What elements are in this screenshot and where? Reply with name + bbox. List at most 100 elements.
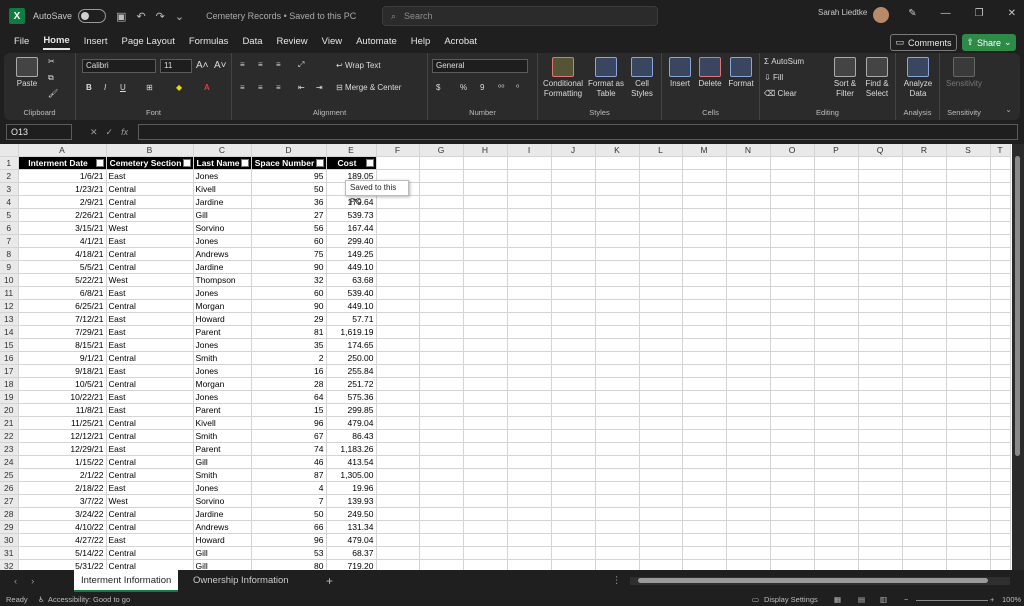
cell[interactable]: 139.93 — [326, 494, 377, 509]
cell[interactable] — [595, 338, 640, 353]
cell[interactable] — [682, 247, 727, 262]
cell[interactable] — [990, 416, 1011, 431]
row-header[interactable]: 11 — [0, 286, 19, 301]
search-box[interactable]: ⌕ Search — [382, 6, 658, 26]
table-column-header[interactable]: Space Number — [251, 156, 327, 171]
row-header[interactable]: 14 — [0, 325, 19, 340]
cell[interactable] — [946, 455, 991, 470]
cell[interactable] — [946, 533, 991, 548]
cell[interactable] — [858, 325, 903, 340]
cell[interactable]: 299.40 — [326, 234, 377, 249]
cell[interactable] — [858, 312, 903, 327]
cell[interactable] — [946, 260, 991, 275]
cell[interactable] — [946, 325, 991, 340]
cell[interactable] — [814, 429, 859, 444]
cell[interactable] — [463, 247, 508, 262]
cell[interactable] — [507, 546, 552, 561]
cell[interactable] — [463, 169, 508, 184]
cell[interactable] — [770, 468, 815, 483]
cell[interactable] — [682, 221, 727, 236]
font-family-select[interactable]: Calibri — [82, 59, 156, 73]
cell[interactable] — [902, 195, 947, 210]
cell[interactable] — [902, 312, 947, 327]
cell[interactable]: 27 — [251, 208, 327, 223]
cell[interactable] — [682, 195, 727, 210]
cell[interactable] — [858, 455, 903, 470]
cell[interactable] — [463, 507, 508, 522]
cell[interactable] — [946, 494, 991, 509]
cell[interactable] — [639, 351, 683, 366]
cell[interactable] — [770, 325, 815, 340]
cell[interactable] — [419, 182, 464, 197]
cell[interactable] — [814, 416, 859, 431]
cell[interactable] — [507, 351, 552, 366]
cell[interactable]: Jones — [193, 481, 252, 496]
cell[interactable] — [990, 208, 1011, 223]
insert-cells-button[interactable]: Insert — [666, 57, 694, 89]
row-header[interactable]: 17 — [0, 364, 19, 379]
cell[interactable] — [507, 364, 552, 379]
column-header[interactable]: G — [419, 144, 464, 158]
cell[interactable]: Central — [106, 377, 194, 392]
cell[interactable]: Central — [106, 455, 194, 470]
cell[interactable]: 479.04 — [326, 416, 377, 431]
cell[interactable] — [639, 468, 683, 483]
cell[interactable] — [507, 481, 552, 496]
cell[interactable] — [902, 390, 947, 405]
cell[interactable] — [990, 234, 1011, 249]
cell[interactable] — [902, 221, 947, 236]
cell[interactable] — [990, 312, 1011, 327]
cell[interactable] — [682, 442, 727, 457]
cell[interactable] — [726, 234, 771, 249]
cell[interactable] — [770, 377, 815, 392]
cell[interactable]: 66 — [251, 520, 327, 535]
cell[interactable] — [639, 494, 683, 509]
cell[interactable] — [726, 299, 771, 314]
cell[interactable]: 7/29/21 — [18, 325, 107, 340]
cell[interactable] — [551, 468, 596, 483]
cell[interactable]: Central — [106, 429, 194, 444]
indent-icon[interactable]: ⇤ — [298, 83, 305, 92]
cell[interactable] — [419, 494, 464, 509]
cell[interactable] — [639, 442, 683, 457]
cell[interactable]: 1,305.00 — [326, 468, 377, 483]
cell[interactable] — [639, 377, 683, 392]
cell[interactable] — [814, 533, 859, 548]
cell[interactable] — [419, 533, 464, 548]
cell[interactable] — [507, 312, 552, 327]
page-layout-view-icon[interactable]: ▤ — [858, 595, 865, 604]
cell[interactable] — [726, 403, 771, 418]
cell[interactable] — [507, 325, 552, 340]
pen-icon[interactable]: ✎ — [908, 8, 916, 19]
cell[interactable] — [551, 325, 596, 340]
cell[interactable] — [858, 338, 903, 353]
cell[interactable]: Central — [106, 351, 194, 366]
column-header[interactable]: A — [18, 144, 107, 158]
cell[interactable]: 5/31/22 — [18, 559, 107, 570]
cell[interactable] — [990, 403, 1011, 418]
cell[interactable] — [682, 351, 727, 366]
redo-icon[interactable]: ↷ — [156, 10, 165, 23]
format-cells-button[interactable]: Format — [726, 57, 756, 89]
cell[interactable] — [682, 312, 727, 327]
cell[interactable] — [639, 169, 683, 184]
cell[interactable] — [990, 273, 1011, 288]
cell[interactable]: Jones — [193, 364, 252, 379]
cell[interactable] — [639, 195, 683, 210]
cell[interactable] — [419, 442, 464, 457]
row-header[interactable]: 6 — [0, 221, 19, 236]
cell[interactable]: Jones — [193, 338, 252, 353]
row-header[interactable]: 25 — [0, 468, 19, 483]
cell[interactable]: Andrews — [193, 247, 252, 262]
cell[interactable] — [902, 351, 947, 366]
align-middle-icon[interactable]: ≡ — [258, 60, 263, 69]
cell[interactable]: Central — [106, 507, 194, 522]
row-header[interactable]: 4 — [0, 195, 19, 210]
cell[interactable] — [595, 533, 640, 548]
cell[interactable] — [946, 468, 991, 483]
cell[interactable] — [639, 364, 683, 379]
cell[interactable] — [551, 234, 596, 249]
cell[interactable]: 53 — [251, 546, 327, 561]
cell[interactable] — [595, 182, 640, 197]
cell[interactable] — [639, 416, 683, 431]
